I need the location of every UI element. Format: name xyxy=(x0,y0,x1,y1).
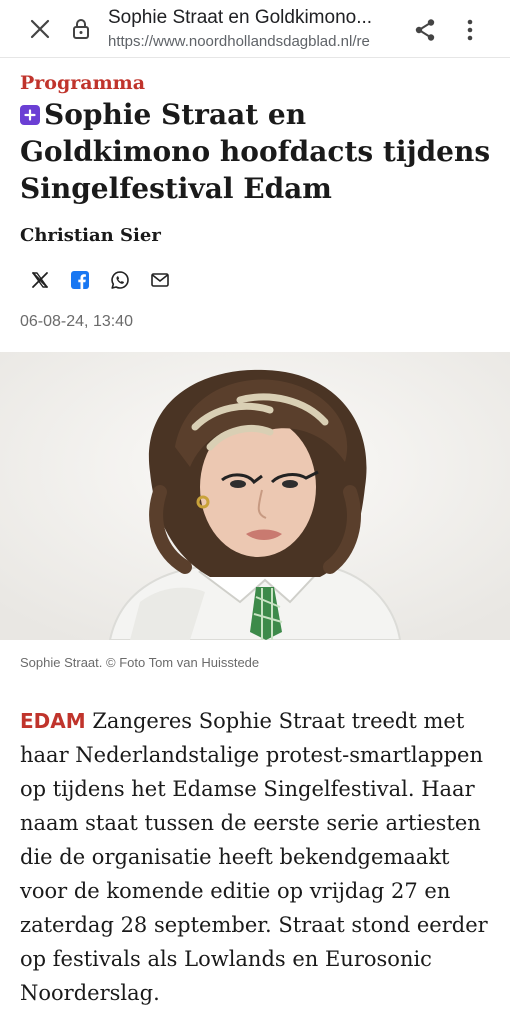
headline-text: Sophie Straat en Goldkimono hoofdacts ti… xyxy=(20,98,491,205)
dateline: EDAM xyxy=(20,709,86,733)
article-body: EDAM Zangeres Sophie Straat treedt met h… xyxy=(20,704,498,1010)
mail-icon[interactable] xyxy=(148,268,172,292)
url-text[interactable]: https://www.noordhollandsdagblad.nl/re xyxy=(108,33,398,50)
close-icon[interactable] xyxy=(26,15,54,43)
lock-icon[interactable] xyxy=(70,16,92,42)
share-icon[interactable] xyxy=(410,15,440,45)
photo-caption: Sophie Straat. © Foto Tom van Huisstede xyxy=(20,655,260,670)
author-name[interactable]: Christian Sier xyxy=(20,225,161,246)
x-icon[interactable] xyxy=(28,268,52,292)
page-title: Sophie Straat en Goldkimono... xyxy=(108,7,373,28)
more-vert-icon[interactable] xyxy=(455,15,485,45)
headline: Sophie Straat en Goldkimono hoofdacts ti… xyxy=(20,96,500,207)
facebook-icon[interactable] xyxy=(68,268,92,292)
article-photo[interactable] xyxy=(0,352,510,640)
article-body-text: Zangeres Sophie Straat treedt met haar N… xyxy=(20,709,488,1005)
section-label[interactable]: Programma xyxy=(20,72,145,94)
whatsapp-icon[interactable] xyxy=(108,268,132,292)
publish-date: 06-08-24, 13:40 xyxy=(20,313,133,330)
plus-badge-icon xyxy=(20,105,40,125)
browser-toolbar: Sophie Straat en Goldkimono... https://w… xyxy=(0,0,510,58)
